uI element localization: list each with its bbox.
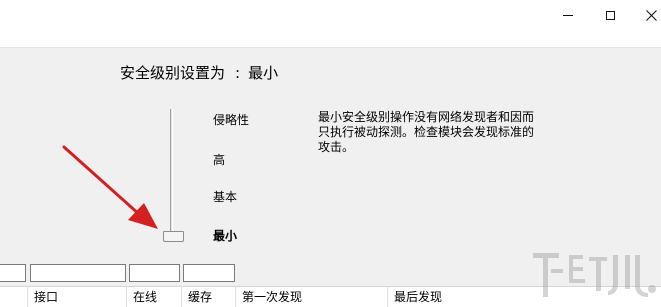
column-header-cache[interactable]: 缓存 [182, 287, 236, 307]
column-header-online[interactable]: 在线 [127, 287, 182, 307]
filter-field-2[interactable] [30, 264, 126, 282]
watermark-logo [533, 253, 656, 297]
filter-field-1[interactable] [0, 264, 26, 282]
column-header-interface[interactable]: 接口 [28, 287, 127, 307]
filter-field-3[interactable] [129, 264, 180, 282]
column-header-first-seen[interactable]: 第一次发现 [236, 287, 388, 307]
filter-field-4[interactable] [183, 264, 235, 282]
column-header-blank[interactable] [0, 287, 28, 307]
